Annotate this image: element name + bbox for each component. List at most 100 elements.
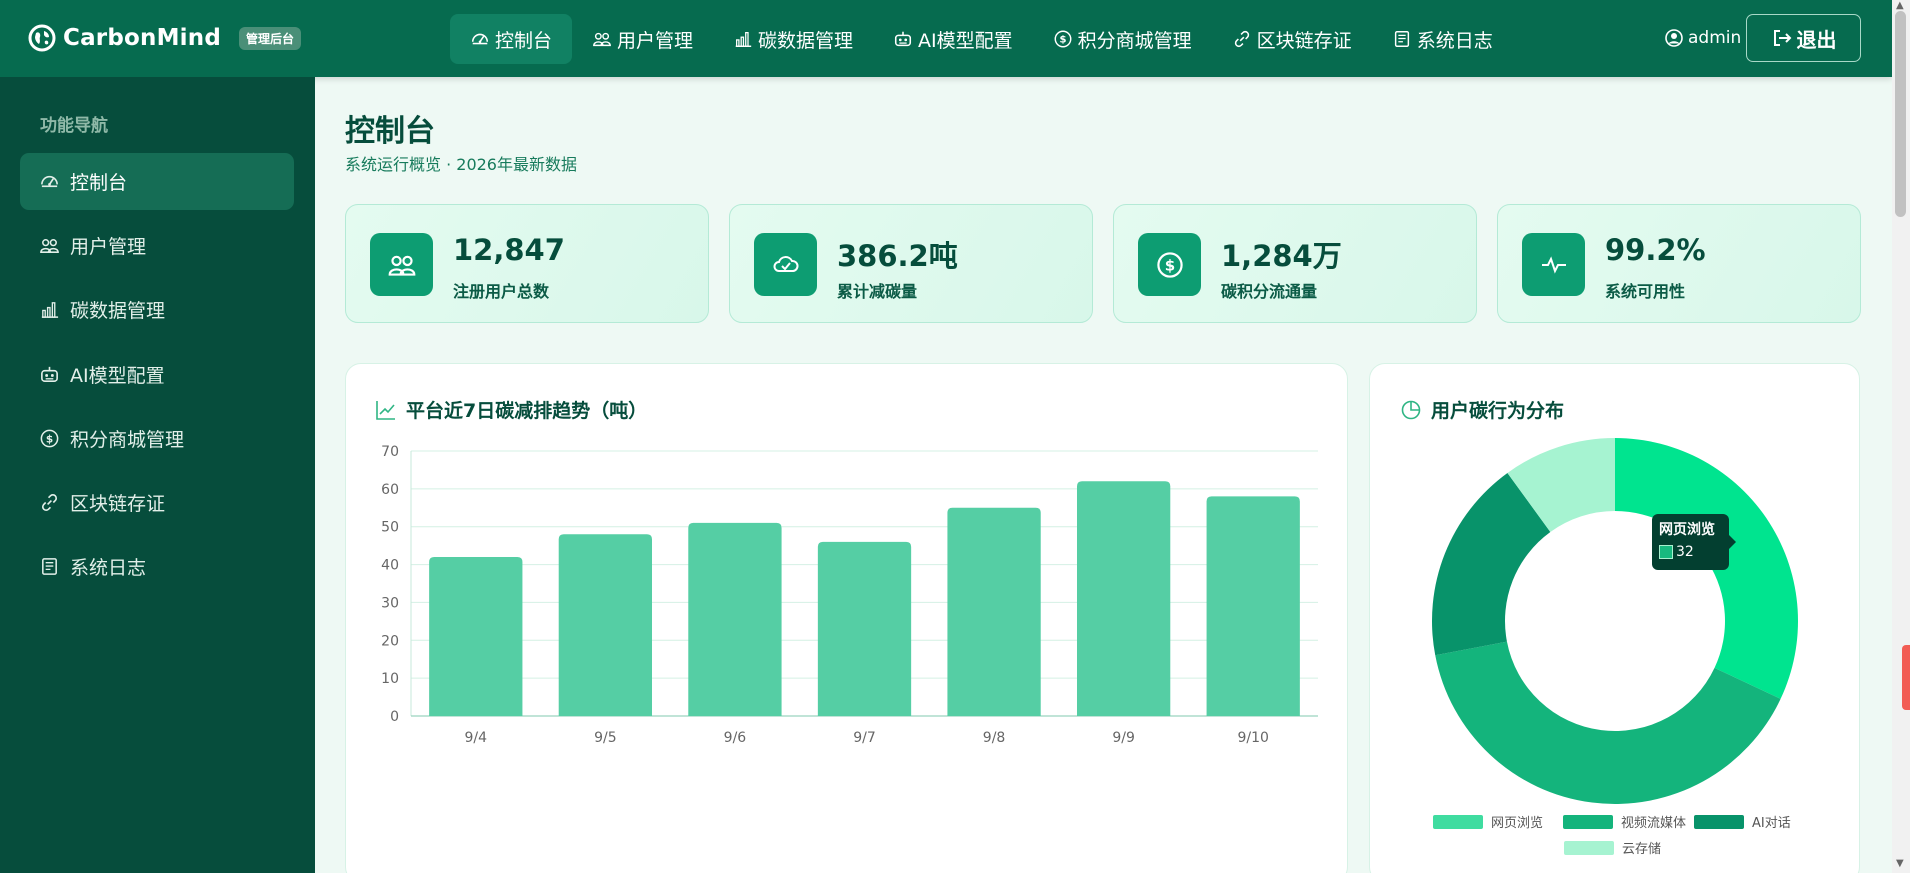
stat-card: 99.2% 系统可用性	[1497, 204, 1861, 323]
logout-label: 退出	[1796, 27, 1837, 52]
y-tick-label: 30	[381, 595, 399, 611]
floating-side-tab[interactable]	[1902, 645, 1910, 710]
gauge-icon	[471, 33, 489, 45]
topnav-item[interactable]: 系统日志	[1372, 14, 1513, 64]
legend-label: AI对话	[1752, 816, 1791, 831]
page-subtitle: 系统运行概览 · 2026年最新数据	[345, 155, 577, 174]
bar	[429, 557, 523, 716]
legend-label: 网页浏览	[1491, 816, 1544, 831]
admin-badge: 管理后台	[239, 26, 302, 50]
log-icon	[42, 558, 57, 575]
sidebar: 功能导航 控制台 用户管理 碳数据管理 AI模型配置 $ 积分商城管理 区块链存证 系统日志	[0, 77, 315, 873]
scrollbar-thumb[interactable]	[1895, 11, 1906, 217]
username: admin	[1688, 28, 1742, 48]
x-tick-label: 9/7	[853, 730, 876, 746]
sidebar-item[interactable]: 碳数据管理	[20, 281, 294, 338]
y-tick-label: 10	[381, 671, 399, 687]
x-tick-label: 9/4	[465, 730, 488, 746]
svg-text:$: $	[46, 433, 53, 445]
bar	[1076, 481, 1171, 716]
sidebar-item-label: 系统日志	[70, 557, 147, 579]
stat-icon-box	[370, 233, 433, 296]
stat-card: 12,847 注册用户总数	[345, 204, 709, 323]
svg-text:$: $	[1059, 35, 1066, 46]
x-tick-label: 9/8	[983, 730, 1006, 746]
topnav-item[interactable]: 区块链存证	[1212, 14, 1372, 64]
users-icon	[388, 255, 415, 276]
sidebar-item-label: 用户管理	[70, 236, 147, 258]
legend-item[interactable]: 视频流媒体	[1563, 812, 1686, 831]
stat-card: $1,284万 碳积分流通量	[1113, 204, 1477, 323]
bar	[947, 507, 1041, 716]
sidebar-item[interactable]: 控制台	[20, 153, 294, 210]
y-tick-label: 0	[390, 709, 399, 725]
stat-card: 386.2吨 累计减碳量	[729, 204, 1093, 323]
tooltip-value: 32	[1676, 544, 1694, 560]
gauge-icon	[41, 175, 58, 188]
logout-button[interactable]: 退出	[1746, 14, 1861, 62]
legend-label: 云存储	[1622, 842, 1662, 857]
user-info[interactable]: admin	[1664, 28, 1741, 48]
globe-leaf-logo-icon	[28, 24, 56, 52]
legend-item[interactable]: 网页浏览	[1433, 812, 1543, 831]
user-circle-icon	[1665, 29, 1683, 47]
bar	[558, 534, 653, 716]
bar-chart-icon	[735, 32, 752, 47]
topnav-item[interactable]: 控制台	[450, 14, 573, 64]
topnav-item-label: 系统日志	[1416, 29, 1493, 52]
topnav-item[interactable]: $ 积分商城管理	[1033, 14, 1212, 64]
sidebar-item[interactable]: $ 积分商城管理	[20, 410, 294, 467]
topnav-item-label: 控制台	[495, 29, 553, 52]
page-title: 控制台	[345, 114, 435, 149]
sidebar-item[interactable]: AI模型配置	[20, 346, 294, 403]
legend-item[interactable]: 云存储	[1564, 838, 1661, 857]
legend-item[interactable]: AI对话	[1694, 812, 1791, 831]
legend-swatch	[1564, 840, 1614, 855]
tooltip-title: 网页浏览	[1659, 522, 1715, 538]
scroll-up-arrow-icon[interactable]: ▲	[1896, 0, 1904, 11]
brand[interactable]: CarbonMind 管理后台	[28, 24, 302, 52]
x-tick-label: 9/5	[594, 730, 617, 746]
coin-icon: $	[40, 429, 59, 448]
pie-chart-panel: 用户碳行为分布 网页浏览 视频流媒体 AI对话 云存储	[1369, 363, 1860, 873]
bar	[688, 522, 782, 716]
topnav-item[interactable]: 用户管理	[572, 14, 713, 64]
legend-swatch	[1563, 814, 1613, 829]
svg-text:$: $	[1164, 256, 1174, 274]
sidebar-item[interactable]: 区块链存证	[20, 474, 294, 531]
y-tick-label: 70	[381, 444, 399, 460]
sidebar-item[interactable]: 用户管理	[20, 217, 294, 274]
sidebar-item-label: 区块链存证	[70, 493, 166, 515]
y-tick-label: 20	[381, 633, 399, 649]
stat-value: 1,284万	[1221, 239, 1342, 273]
x-tick-label: 9/10	[1237, 730, 1268, 746]
y-tick-label: 50	[381, 520, 399, 536]
bar-chart: 0 10 20 30 40 50 60 70 9/4 9/5 9/6 9/7 9/8 9/9 9/10	[381, 444, 1318, 746]
bar	[817, 541, 912, 716]
sidebar-item-label: 碳数据管理	[70, 300, 166, 322]
tooltip-arrow	[1729, 535, 1736, 549]
cloud-check-icon	[773, 255, 799, 272]
brand-name: CarbonMind	[63, 25, 221, 51]
link-icon	[41, 494, 58, 511]
activity-icon	[1541, 255, 1566, 274]
robot-icon	[895, 31, 912, 47]
tooltip-swatch	[1659, 545, 1673, 559]
sidebar-item-label: 积分商城管理	[70, 429, 185, 451]
sidebar-item[interactable]: 系统日志	[20, 538, 294, 595]
top-header: CarbonMind 管理后台 控制台 用户管理 碳数据管理 AI模型配置 $ 积分商城管…	[0, 0, 1892, 77]
chart-tooltip: 网页浏览 32	[1652, 514, 1736, 570]
stat-label: 累计减碳量	[837, 282, 918, 301]
y-tick-label: 40	[381, 558, 399, 574]
y-tick-label: 60	[381, 482, 399, 498]
stat-value: 12,847	[453, 233, 565, 267]
stat-icon-box	[1522, 233, 1585, 296]
scroll-down-arrow-icon[interactable]: ▼	[1896, 858, 1904, 869]
robot-icon	[41, 366, 58, 382]
legend-swatch	[1433, 814, 1483, 829]
top-navigation: 控制台 用户管理 碳数据管理 AI模型配置 $ 积分商城管理 区块链存证 系统日志	[450, 14, 1513, 64]
users-icon	[40, 239, 59, 253]
topnav-item[interactable]: 碳数据管理	[713, 14, 873, 64]
stat-value: 99.2%	[1605, 233, 1706, 267]
topnav-item[interactable]: AI模型配置	[873, 14, 1033, 64]
